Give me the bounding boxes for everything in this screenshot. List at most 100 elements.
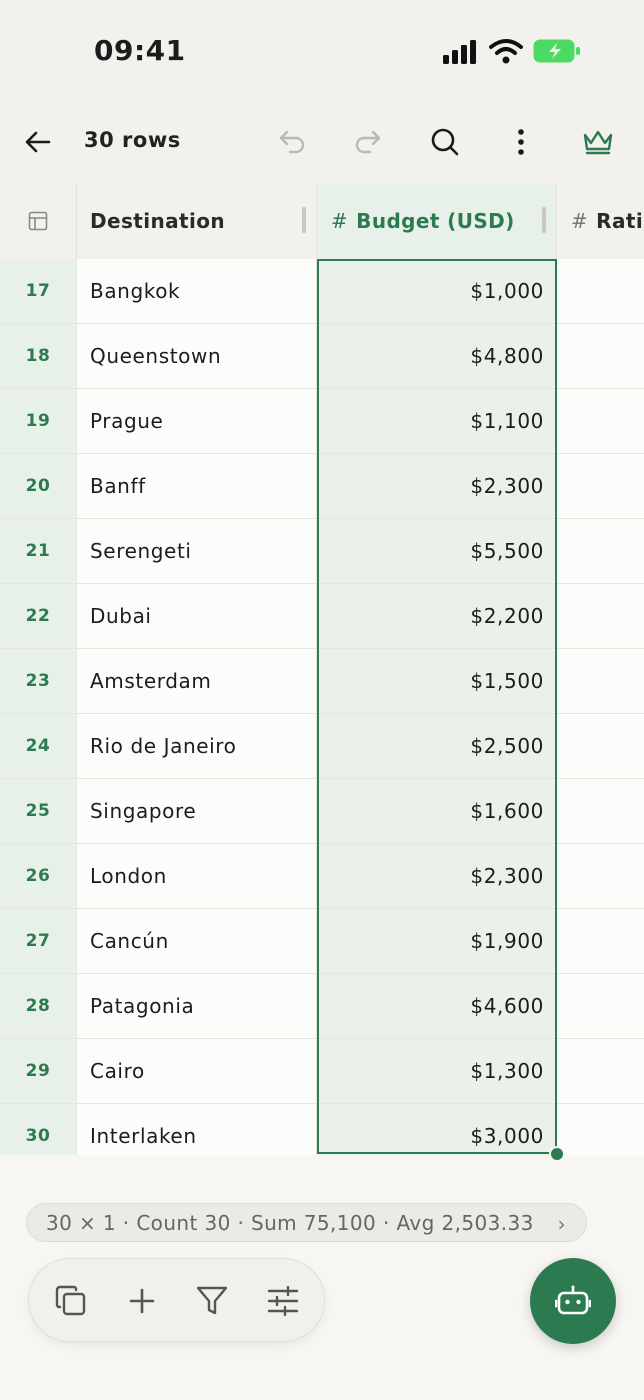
number-type-icon: #	[571, 209, 589, 233]
destination-cell[interactable]: Banff	[77, 454, 317, 518]
budget-cell[interactable]: $1,600	[317, 779, 557, 843]
rating-cell[interactable]	[557, 844, 644, 908]
bottom-toolbar	[28, 1258, 325, 1342]
destination-cell[interactable]: Dubai	[77, 584, 317, 648]
budget-cell[interactable]: $1,500	[317, 649, 557, 713]
crown-icon[interactable]	[578, 122, 618, 162]
table-icon[interactable]	[0, 183, 77, 259]
rating-cell[interactable]	[557, 1104, 644, 1155]
destination-cell[interactable]: Patagonia	[77, 974, 317, 1038]
destination-cell[interactable]: Rio de Janeiro	[77, 714, 317, 778]
selection-drag-handle[interactable]	[549, 1146, 565, 1162]
table-row[interactable]: 19 Prague $1,100	[0, 389, 644, 454]
rating-cell[interactable]	[557, 454, 644, 518]
column-title-destination: Destination	[90, 209, 226, 233]
search-icon[interactable]	[425, 122, 465, 162]
budget-cell[interactable]: $2,300	[317, 844, 557, 908]
row-number[interactable]: 29	[0, 1039, 77, 1103]
budget-cell[interactable]: $3,000	[317, 1104, 557, 1155]
redo-icon[interactable]	[348, 122, 388, 162]
budget-cell[interactable]: $1,300	[317, 1039, 557, 1103]
rating-cell[interactable]	[557, 259, 644, 323]
table-row[interactable]: 24 Rio de Janeiro $2,500	[0, 714, 644, 779]
table-row[interactable]: 20 Banff $2,300	[0, 454, 644, 519]
ai-assistant-button[interactable]	[530, 1258, 616, 1344]
destination-cell[interactable]: Serengeti	[77, 519, 317, 583]
adjust-icon[interactable]	[263, 1281, 303, 1321]
table-row[interactable]: 29 Cairo $1,300	[0, 1039, 644, 1104]
budget-cell[interactable]: $1,100	[317, 389, 557, 453]
budget-cell[interactable]: $2,300	[317, 454, 557, 518]
budget-cell[interactable]: $2,200	[317, 584, 557, 648]
budget-cell[interactable]: $4,800	[317, 324, 557, 388]
battery-charging-icon	[533, 39, 580, 63]
row-number[interactable]: 25	[0, 779, 77, 843]
add-icon[interactable]	[122, 1281, 162, 1321]
rating-cell[interactable]	[557, 324, 644, 388]
table-row[interactable]: 25 Singapore $1,600	[0, 779, 644, 844]
column-resize-handle[interactable]	[542, 207, 546, 233]
rating-cell[interactable]	[557, 779, 644, 843]
column-header-rating[interactable]: # Ratin	[557, 183, 644, 259]
rating-cell[interactable]	[557, 389, 644, 453]
row-number[interactable]: 30	[0, 1104, 77, 1155]
budget-cell[interactable]: $5,500	[317, 519, 557, 583]
row-number[interactable]: 28	[0, 974, 77, 1038]
row-number[interactable]: 27	[0, 909, 77, 973]
row-number[interactable]: 24	[0, 714, 77, 778]
row-number[interactable]: 20	[0, 454, 77, 518]
table-row[interactable]: 27 Cancún $1,900	[0, 909, 644, 974]
column-title-rating: Ratin	[596, 209, 644, 233]
rating-cell[interactable]	[557, 584, 644, 648]
column-header-destination[interactable]: Destination	[77, 183, 317, 259]
more-vertical-icon[interactable]	[501, 122, 541, 162]
destination-cell[interactable]: Cancún	[77, 909, 317, 973]
table-row[interactable]: 28 Patagonia $4,600	[0, 974, 644, 1039]
table-row[interactable]: 17 Bangkok $1,000	[0, 259, 644, 324]
rating-cell[interactable]	[557, 649, 644, 713]
rating-cell[interactable]	[557, 974, 644, 1038]
destination-cell[interactable]: Prague	[77, 389, 317, 453]
rating-cell[interactable]	[557, 1039, 644, 1103]
status-bar: 09:41	[0, 0, 644, 100]
chevron-right-icon: ›	[557, 1212, 566, 1236]
destination-cell[interactable]: London	[77, 844, 317, 908]
row-number[interactable]: 18	[0, 324, 77, 388]
budget-cell[interactable]: $1,000	[317, 259, 557, 323]
bot-icon	[555, 1285, 591, 1315]
back-arrow-icon[interactable]	[18, 122, 58, 162]
row-number[interactable]: 26	[0, 844, 77, 908]
row-number[interactable]: 19	[0, 389, 77, 453]
table-row[interactable]: 18 Queenstown $4,800	[0, 324, 644, 389]
destination-cell[interactable]: Queenstown	[77, 324, 317, 388]
rating-cell[interactable]	[557, 909, 644, 973]
table-row[interactable]: 30 Interlaken $3,000	[0, 1104, 644, 1155]
row-number[interactable]: 22	[0, 584, 77, 648]
table-row[interactable]: 26 London $2,300	[0, 844, 644, 909]
filter-icon[interactable]	[192, 1281, 232, 1321]
rating-cell[interactable]	[557, 714, 644, 778]
table-row[interactable]: 22 Dubai $2,200	[0, 584, 644, 649]
table-row[interactable]: 21 Serengeti $5,500	[0, 519, 644, 584]
destination-cell[interactable]: Bangkok	[77, 259, 317, 323]
budget-cell[interactable]: $2,500	[317, 714, 557, 778]
budget-cell[interactable]: $1,900	[317, 909, 557, 973]
rating-cell[interactable]	[557, 519, 644, 583]
grid-body: 17 Bangkok $1,000 18 Queenstown $4,800 19 Pragu…	[0, 259, 644, 1155]
destination-cell[interactable]: Amsterdam	[77, 649, 317, 713]
row-number[interactable]: 17	[0, 259, 77, 323]
budget-cell[interactable]: $4,600	[317, 974, 557, 1038]
selection-summary-pill[interactable]: 30 × 1 · Count 30 · Sum 75,100 · Avg 2,5…	[26, 1203, 587, 1242]
destination-cell[interactable]: Singapore	[77, 779, 317, 843]
grid-header: Destination # Budget (USD) # Ratin	[0, 183, 644, 260]
row-number[interactable]: 23	[0, 649, 77, 713]
destination-cell[interactable]: Interlaken	[77, 1104, 317, 1155]
column-header-budget[interactable]: # Budget (USD)	[317, 183, 557, 259]
destination-cell[interactable]: Cairo	[77, 1039, 317, 1103]
column-resize-handle[interactable]	[302, 207, 306, 233]
row-number[interactable]: 21	[0, 519, 77, 583]
undo-icon[interactable]	[272, 122, 312, 162]
column-title-budget: Budget (USD)	[356, 209, 515, 233]
copy-icon[interactable]	[51, 1281, 91, 1321]
table-row[interactable]: 23 Amsterdam $1,500	[0, 649, 644, 714]
